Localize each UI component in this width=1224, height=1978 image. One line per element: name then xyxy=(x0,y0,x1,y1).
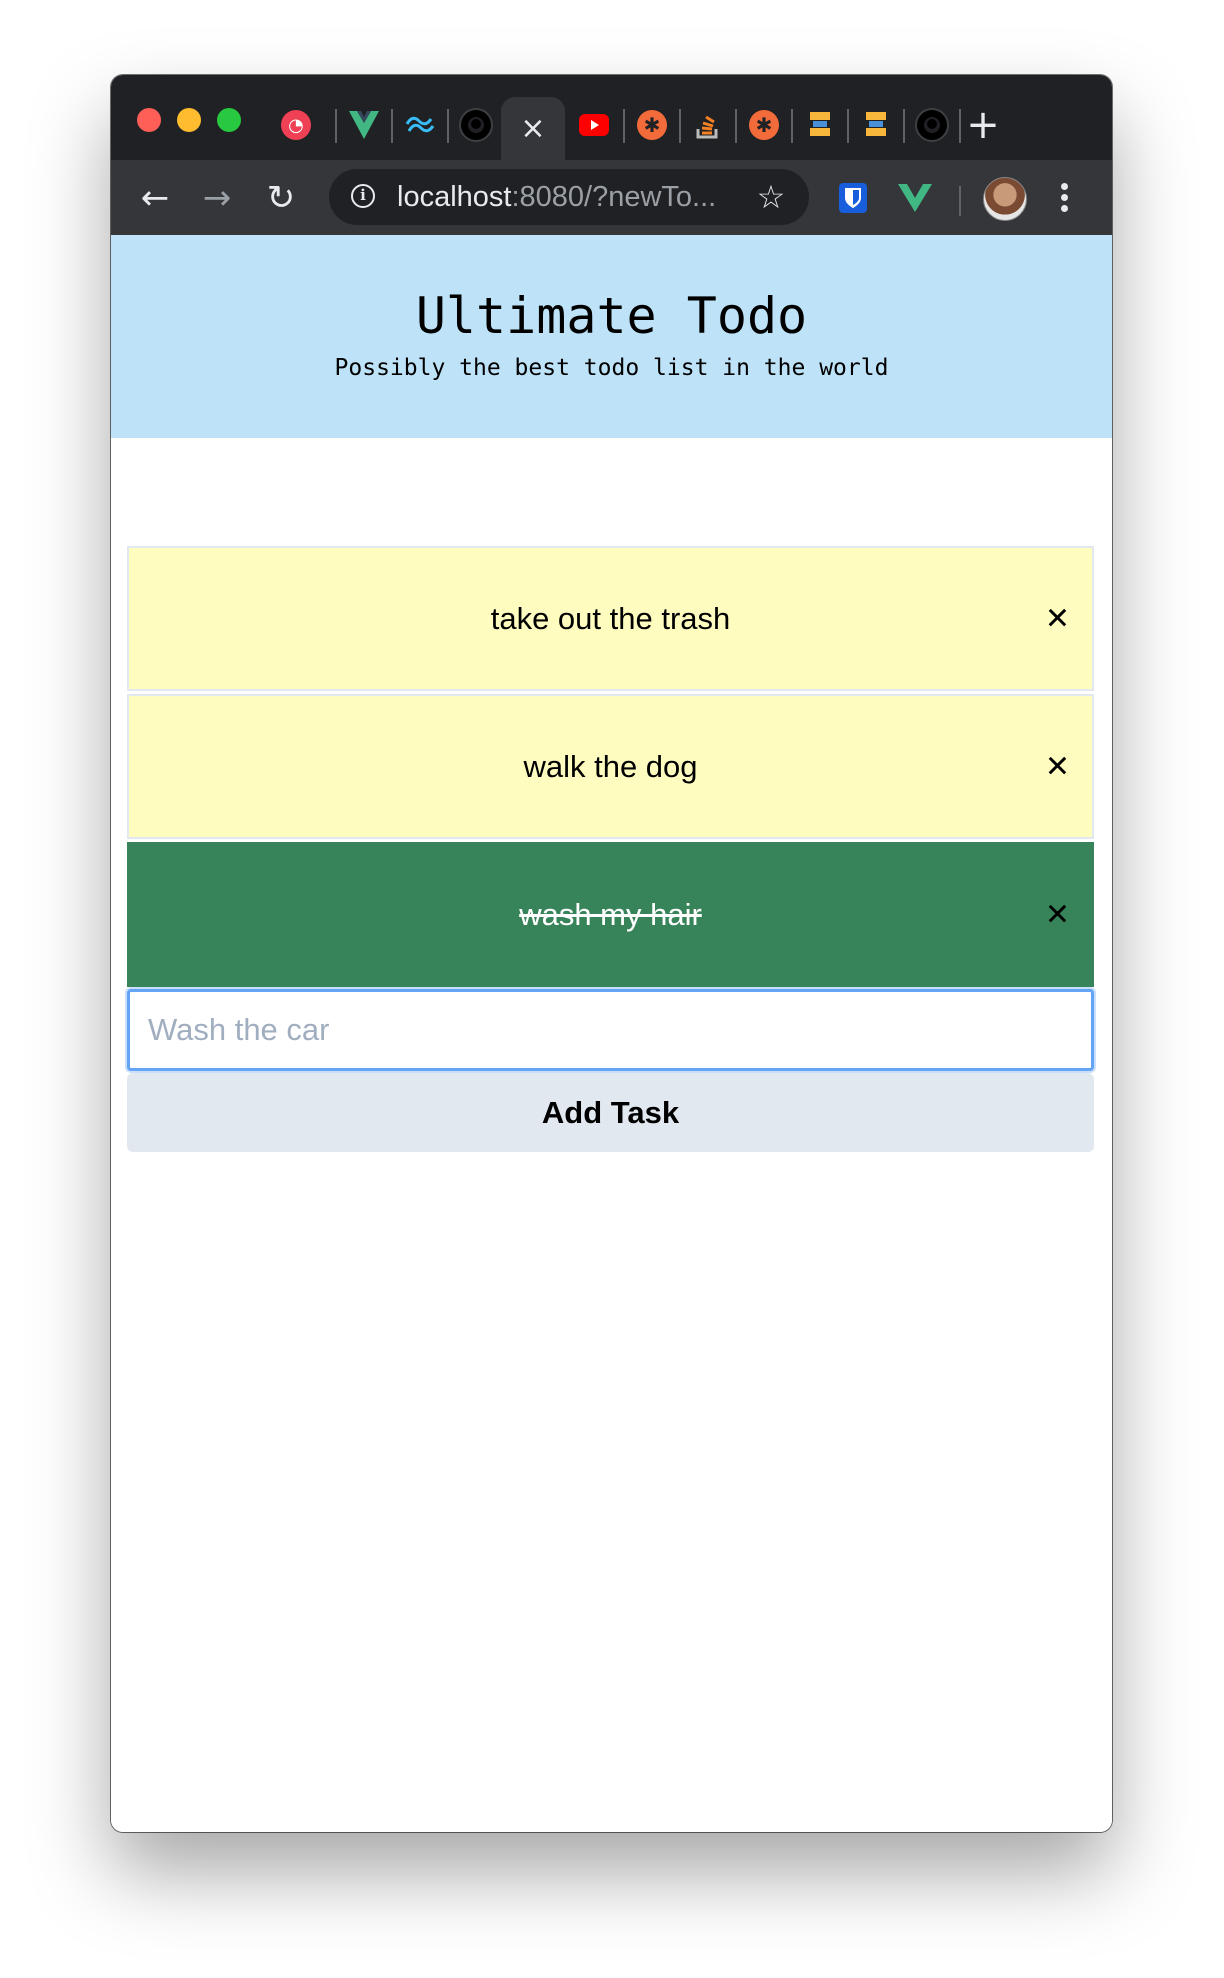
profile-avatar[interactable] xyxy=(983,177,1027,221)
new-task-input[interactable] xyxy=(127,989,1094,1071)
vue-devtools-icon xyxy=(898,184,932,212)
todo-item-completed[interactable]: wash my hair ✕ xyxy=(127,842,1094,987)
add-task-button[interactable]: Add Task xyxy=(127,1073,1094,1152)
tab-vue[interactable] xyxy=(339,97,389,153)
tab-separator xyxy=(335,109,337,143)
github-icon xyxy=(915,108,949,142)
site-info-icon[interactable]: i xyxy=(351,184,375,208)
reload-button[interactable]: ↻ xyxy=(261,178,301,218)
todo-label[interactable]: take out the trash xyxy=(491,601,731,637)
url-text[interactable]: localhost:8080/?newTo... xyxy=(397,169,716,225)
browser-window: ◔ × ✱ ✱ + ← → ↻ i localhost:8080/?newTo.… xyxy=(111,75,1112,1832)
tab-bolt-2[interactable] xyxy=(851,97,901,153)
address-bar[interactable]: i localhost:8080/?newTo... ☆ xyxy=(329,169,809,225)
todo-label[interactable]: walk the dog xyxy=(523,749,697,785)
remove-todo-icon[interactable]: ✕ xyxy=(1045,601,1070,636)
bitwarden-icon xyxy=(839,183,867,213)
tab-active[interactable]: × xyxy=(501,97,565,160)
tab-separator xyxy=(623,109,625,143)
bookmark-star-icon[interactable]: ☆ xyxy=(751,177,791,217)
app-subtitle: Possibly the best todo list in the world xyxy=(334,355,889,381)
tab-bolt[interactable] xyxy=(795,97,845,153)
stackoverflow-icon xyxy=(693,110,723,140)
close-tab-icon[interactable]: × xyxy=(520,111,545,146)
forward-button[interactable]: → xyxy=(197,178,237,218)
remove-todo-icon[interactable]: ✕ xyxy=(1045,897,1070,932)
github-icon xyxy=(459,108,493,142)
tab-separator xyxy=(847,109,849,143)
tab-tailwind[interactable] xyxy=(395,97,445,153)
tab-youtube[interactable] xyxy=(569,97,619,153)
tab-pocket[interactable]: ◔ xyxy=(271,97,321,153)
todo-item[interactable]: take out the trash ✕ xyxy=(127,546,1094,691)
close-window-button[interactable] xyxy=(137,108,161,132)
bitwarden-extension[interactable] xyxy=(833,178,873,218)
url-host: localhost xyxy=(397,181,512,213)
url-path: :8080/?newTo... xyxy=(511,181,717,213)
tab-separator xyxy=(679,109,681,143)
tab-separator xyxy=(447,109,449,143)
app-header: Ultimate Todo Possibly the best todo lis… xyxy=(111,235,1112,438)
app-title: Ultimate Todo xyxy=(415,287,808,345)
todo-label[interactable]: wash my hair xyxy=(519,897,702,933)
tab-github[interactable] xyxy=(451,97,501,153)
browser-toolbar: ← → ↻ i localhost:8080/?newTo... ☆ xyxy=(111,160,1112,235)
page-content: Ultimate Todo Possibly the best todo lis… xyxy=(111,235,1112,1832)
vue-devtools-extension[interactable] xyxy=(895,178,935,218)
tab-separator xyxy=(791,109,793,143)
asterisk-icon: ✱ xyxy=(637,110,667,140)
bolt-icon xyxy=(805,110,835,140)
tab-strip: ◔ × ✱ ✱ + xyxy=(111,75,1112,160)
minimize-window-button[interactable] xyxy=(177,108,201,132)
new-tab-button[interactable]: + xyxy=(961,103,1005,147)
vue-icon xyxy=(349,110,379,140)
tab-separator xyxy=(735,109,737,143)
tailwind-icon xyxy=(405,110,435,140)
bolt-icon xyxy=(861,110,891,140)
tab-github-2[interactable] xyxy=(907,97,957,153)
tab-asterisk-2[interactable]: ✱ xyxy=(739,97,789,153)
tab-separator xyxy=(903,109,905,143)
todo-item[interactable]: walk the dog ✕ xyxy=(127,694,1094,839)
back-button[interactable]: ← xyxy=(135,178,175,218)
tab-separator xyxy=(391,109,393,143)
browser-menu-icon[interactable] xyxy=(1057,180,1071,216)
youtube-icon xyxy=(579,110,609,140)
toolbar-separator xyxy=(959,186,961,216)
tab-asterisk[interactable]: ✱ xyxy=(627,97,677,153)
pocket-icon: ◔ xyxy=(281,110,311,140)
tab-stackoverflow[interactable] xyxy=(683,97,733,153)
maximize-window-button[interactable] xyxy=(217,108,241,132)
asterisk-icon: ✱ xyxy=(749,110,779,140)
remove-todo-icon[interactable]: ✕ xyxy=(1045,749,1070,784)
